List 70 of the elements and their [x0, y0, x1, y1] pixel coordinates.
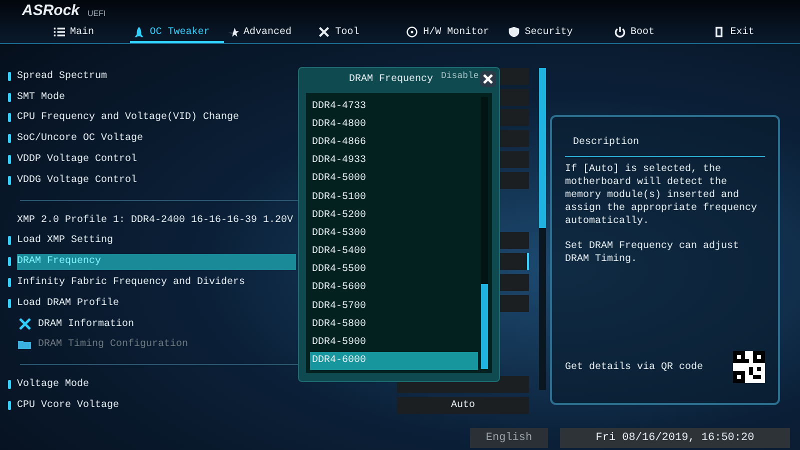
setting-item[interactable]: VDDP Voltage Control [17, 152, 138, 168]
description-text: Set DRAM Frequency can adjust DRAM Timing. [565, 240, 740, 266]
description-heading: Description [572, 136, 640, 150]
close-icon [483, 74, 493, 84]
language-button[interactable]: English [470, 428, 548, 448]
tab[interactable]: H/W Monitor [403, 23, 505, 43]
shield-icon [508, 26, 520, 38]
list-icon [53, 26, 65, 38]
frequency-option[interactable]: DDR4-5900 [310, 333, 478, 352]
frequency-option[interactable]: DDR4-4933 [310, 152, 478, 170]
logo-subtitle: UEFI [88, 10, 106, 18]
setting-item[interactable]: CPU Vcore Voltage [17, 398, 120, 414]
tab[interactable]: Exit [710, 23, 800, 43]
tab[interactable]: Tool [315, 23, 404, 43]
setting-item[interactable]: VDDG Voltage Control [17, 172, 138, 188]
bullet-icon [8, 278, 11, 288]
setting-item[interactable]: SMT Mode [17, 90, 66, 105]
frequency-option[interactable]: DDR4-5400 [310, 242, 478, 261]
setting-item[interactable]: Voltage Mode [17, 377, 90, 392]
frequency-option[interactable]: DDR4-5300 [310, 224, 478, 242]
tab[interactable]: OC Tweaker [130, 23, 224, 43]
frequency-option[interactable]: DDR4-5700 [310, 297, 478, 316]
setting-item[interactable]: CPU Frequency and Voltage(VID) Change [17, 110, 240, 126]
tab[interactable]: Boot [610, 23, 710, 43]
tab[interactable]: Advanced [224, 23, 316, 43]
frequency-option[interactable]: DDR4-5800 [310, 315, 478, 334]
logo: ASRock [22, 3, 80, 18]
setting-item[interactable]: DRAM Information [38, 316, 134, 332]
bullet-icon [8, 236, 11, 246]
bullet-icon [8, 380, 11, 390]
popup-title: DRAM Frequency [348, 72, 434, 86]
bullet-icon [8, 92, 11, 102]
qr-code-icon [733, 351, 765, 383]
bullet-icon [8, 176, 11, 185]
date-time: Fri 08/16/2019, 16:50:20 [560, 428, 790, 448]
qr-caption: Get details via QR code [565, 360, 704, 374]
frequency-option[interactable]: DDR4-5000 [310, 170, 478, 188]
power-icon [614, 26, 626, 38]
frequency-option[interactable]: DDR4-4733 [310, 97, 478, 116]
setting-item[interactable]: SoC/Uncore OC Voltage [17, 131, 144, 146]
tab[interactable]: Main [50, 23, 130, 43]
setting-item[interactable]: Spread Spectrum [17, 68, 108, 84]
bullet-icon [8, 401, 11, 410]
frequency-option[interactable]: DDR4-4800 [310, 115, 478, 134]
value-text: Disable [441, 70, 479, 83]
value-field[interactable]: Auto [397, 397, 529, 414]
bullet-icon [8, 134, 11, 144]
frequency-option[interactable]: DDR4-5600 [310, 278, 478, 298]
door-icon [713, 26, 726, 38]
info-text: XMP 2.0 Profile 1: DDR4-2400 16-16-16-39 1.20V [17, 214, 294, 228]
bullet-icon [8, 155, 11, 164]
setting-item[interactable]: Load XMP Setting [17, 233, 114, 248]
setting-item[interactable]: Load DRAM Profile [17, 296, 120, 311]
setting-item[interactable]: Infinity Fabric Frequency and Dividers [17, 275, 246, 290]
crosshair-icon [406, 26, 418, 38]
scrollbar[interactable] [481, 97, 488, 369]
bullet-icon [8, 113, 11, 122]
bullet-icon [8, 298, 11, 308]
folder-icon [18, 339, 32, 350]
scrollbar[interactable] [539, 68, 546, 390]
frequency-option[interactable]: DDR4-4866 [310, 133, 478, 152]
tab[interactable]: Security [504, 23, 611, 43]
description-text: If [Auto] is selected, the motherboard will detect the memory module(s) inserted and assign the appropriate frequency automatically. [565, 163, 758, 228]
frequency-option[interactable]: DDR4-5500 [310, 260, 478, 279]
rocket-icon [132, 26, 145, 38]
frequency-option[interactable]: DDR4-5100 [310, 188, 478, 206]
bullet-icon [8, 72, 11, 81]
frequency-option[interactable]: DDR4-5200 [310, 206, 478, 224]
bullet-icon [8, 257, 11, 266]
close-button[interactable] [480, 71, 496, 87]
